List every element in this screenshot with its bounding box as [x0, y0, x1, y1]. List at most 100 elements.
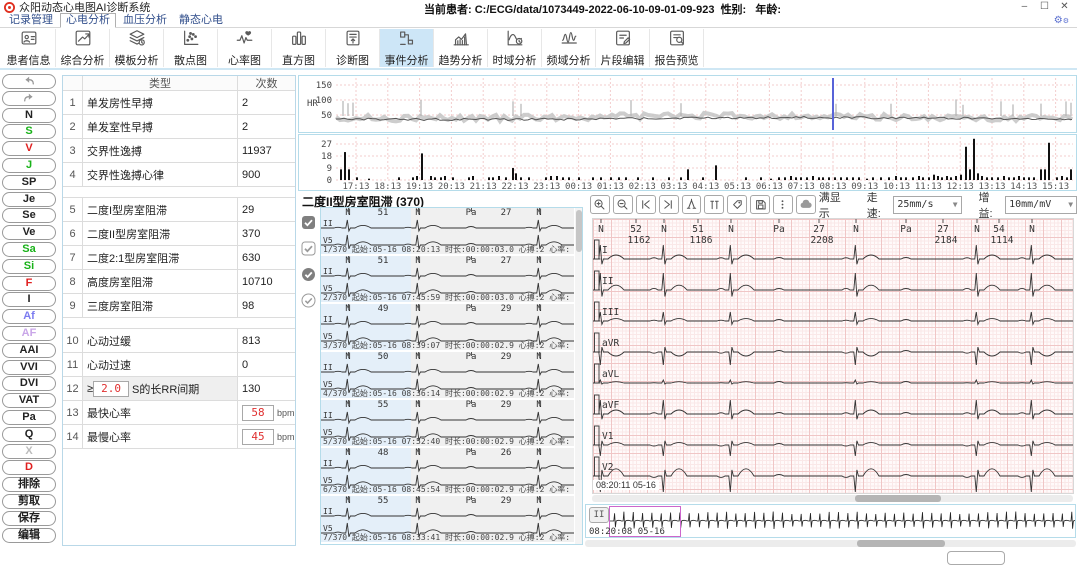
max-hr-input[interactable]	[242, 405, 274, 421]
ecg-scrollbar-thumb[interactable]	[855, 495, 941, 502]
ecg-horizontal-scrollbar[interactable]	[592, 495, 1073, 502]
beat-type-N-button[interactable]: N	[2, 108, 56, 123]
toolbar-item-10[interactable]: 时域分析	[488, 29, 542, 67]
beat-type-DVI-button[interactable]: DVI	[2, 376, 56, 391]
ecg-waveform-area[interactable]: N521162N511186NPa272208NPa272184N541114N…	[592, 218, 1074, 494]
event-histogram-chart[interactable]: 27189017:1318:1319:1320:1321:1322:1323:1…	[298, 134, 1077, 191]
toolbar-item-1[interactable]: 患者信息	[2, 29, 56, 67]
beat-type-I-button[interactable]: I	[2, 292, 56, 307]
toolbar-item-8[interactable]: 事件分析	[380, 29, 434, 67]
next-button[interactable]	[659, 195, 679, 214]
rhythm-horizontal-scrollbar[interactable]	[585, 540, 1076, 547]
beat-type-Af-button[interactable]: Af	[2, 309, 56, 324]
beat-type-F-button[interactable]: F	[2, 276, 56, 291]
beat-type-Se-button[interactable]: Se	[2, 208, 56, 223]
redo-button[interactable]	[2, 91, 56, 106]
event-strip[interactable]: N55NPa29NIIV55/370 起始:05-16 07:52:40 时长:…	[321, 400, 574, 447]
rhythm-lead-button[interactable]: II	[589, 507, 609, 523]
table-row[interactable]: 5二度I型房室阻滞29	[63, 198, 295, 222]
strips-scrollbar[interactable]	[575, 208, 582, 544]
checkbox-light-button[interactable]	[301, 241, 317, 257]
toolbar-item-3[interactable]: 模板分析	[110, 29, 164, 67]
cut-button[interactable]: 剪取	[2, 494, 56, 509]
toolbar-item-2[interactable]: 综合分析	[56, 29, 110, 67]
table-row[interactable]: 7二度2:1型房室阻滞630	[63, 246, 295, 270]
beat-type-S-button[interactable]: S	[2, 124, 56, 139]
beat-type-Pa-button[interactable]: Pa	[2, 410, 56, 425]
long-rr-input[interactable]	[93, 381, 129, 397]
zoom-in-button[interactable]	[590, 195, 610, 214]
beat-type-Si-button[interactable]: Si	[2, 259, 56, 274]
beat-type-AAI-button[interactable]: AAI	[2, 343, 56, 358]
caliper-button[interactable]	[682, 195, 702, 214]
beat-type-Je-button[interactable]: Je	[2, 192, 56, 207]
beat-type-Sa-button[interactable]: Sa	[2, 242, 56, 257]
close-button[interactable]: ✕	[1056, 1, 1073, 12]
zoom-out-button[interactable]	[613, 195, 633, 214]
toolbar-item-6[interactable]: 直方图	[272, 29, 326, 67]
table-row[interactable]: 14最慢心率bpm	[63, 425, 295, 449]
gain-select[interactable]: 10mm/mV▼	[1005, 196, 1077, 214]
prev-button[interactable]	[636, 195, 656, 214]
toolbar-item-11[interactable]: 频域分析	[542, 29, 596, 67]
beat-type-J-button[interactable]: J	[2, 158, 56, 173]
min-hr-input[interactable]	[242, 429, 274, 445]
circle-checked-button[interactable]	[301, 267, 317, 283]
menu-tab-4[interactable]: 静态心电	[174, 14, 228, 27]
table-row[interactable]: 12≥ S的长RR间期130	[63, 377, 295, 401]
event-strip[interactable]: N48NPa26NIIV56/370 起始:05-16 08:45:54 时长:…	[321, 448, 574, 495]
label-tool-button[interactable]	[727, 195, 747, 214]
rhythm-strip-panel[interactable]: II 08:20:08 05-16	[585, 504, 1076, 538]
save-button[interactable]: 保存	[2, 511, 56, 526]
table-row[interactable]: 10心动过缓813	[63, 329, 295, 353]
hr-trend-chart[interactable]: 15010050HR	[298, 75, 1077, 133]
event-strip[interactable]: N55NPa29NIIV57/370 起始:05-16 08:33:41 时长:…	[321, 496, 574, 543]
table-row[interactable]: 1单发房性早搏2	[63, 91, 295, 115]
table-row[interactable]: 2单发室性早搏2	[63, 115, 295, 139]
beat-type-AF-button[interactable]: AF	[2, 326, 56, 341]
rhythm-scrollbar-thumb[interactable]	[857, 540, 945, 547]
table-row[interactable]: 8高度房室阻滞10710	[63, 270, 295, 294]
beat-type-Q-button[interactable]: Q	[2, 427, 56, 442]
save-disk-button[interactable]	[750, 195, 770, 214]
beat-type-X-button[interactable]: X	[2, 444, 56, 459]
table-row[interactable]: 11心动过速0	[63, 353, 295, 377]
toolbar-item-7[interactable]: 诊断图	[326, 29, 380, 67]
maximize-button[interactable]: ☐	[1036, 1, 1053, 12]
table-row[interactable]: 13最快心率bpm	[63, 401, 295, 425]
speed-select[interactable]: 25mm/s▼	[893, 196, 961, 214]
checkbox-checked-button[interactable]	[301, 215, 317, 231]
menu-tab-2[interactable]: 心电分析	[60, 13, 116, 28]
event-strip[interactable]: N51NPa27NIIV51/370 起始:05-16 08:20:13 时长:…	[321, 208, 574, 255]
exclude-button[interactable]: 排除	[2, 477, 56, 492]
table-row[interactable]: 4交界性逸搏心律900	[63, 163, 295, 187]
table-row[interactable]: 9三度房室阻滞98	[63, 294, 295, 318]
beat-type-Ve-button[interactable]: Ve	[2, 225, 56, 240]
partial-bottom-button[interactable]	[947, 551, 1005, 565]
edit-button[interactable]: 编辑	[2, 528, 56, 543]
beat-type-VAT-button[interactable]: VAT	[2, 393, 56, 408]
beat-type-SP-button[interactable]: SP	[2, 175, 56, 190]
beat-type-D-button[interactable]: D	[2, 460, 56, 475]
event-strip[interactable]: N49NPa29NIIV53/370 起始:05-16 08:39:07 时长:…	[321, 304, 574, 351]
toolbar-item-4[interactable]: 散点图	[164, 29, 218, 67]
fit-display-button[interactable]	[796, 195, 816, 214]
marker-pair-button[interactable]	[704, 195, 724, 214]
undo-button[interactable]	[2, 74, 56, 89]
circle-light-button[interactable]	[301, 293, 317, 309]
beat-type-V-button[interactable]: V	[2, 141, 56, 156]
event-strip[interactable]: N51NPa27NIIV52/370 起始:05-16 07:45:59 时长:…	[321, 256, 574, 303]
menu-tab-1[interactable]: 记录管理	[4, 14, 58, 27]
table-row[interactable]: 6二度II型房室阻滞370	[63, 222, 295, 246]
toolbar-item-13[interactable]: 报告预览	[650, 29, 704, 67]
more-dots-button[interactable]	[773, 195, 793, 214]
toolbar-item-9[interactable]: 趋势分析	[434, 29, 488, 67]
strips-scrollbar-thumb[interactable]	[576, 210, 582, 252]
menu-tab-3[interactable]: 血压分析	[118, 14, 172, 27]
event-strip[interactable]: N50NPa29NIIV54/370 起始:05-16 08:36:14 时长:…	[321, 352, 574, 399]
table-row[interactable]: 3交界性逸搏11937	[63, 139, 295, 163]
toolbar-item-12[interactable]: 片段编辑	[596, 29, 650, 67]
beat-type-VVI-button[interactable]: VVI	[2, 360, 56, 375]
minimize-button[interactable]: –	[1016, 1, 1033, 12]
toolbar-item-5[interactable]: 心率图	[218, 29, 272, 67]
